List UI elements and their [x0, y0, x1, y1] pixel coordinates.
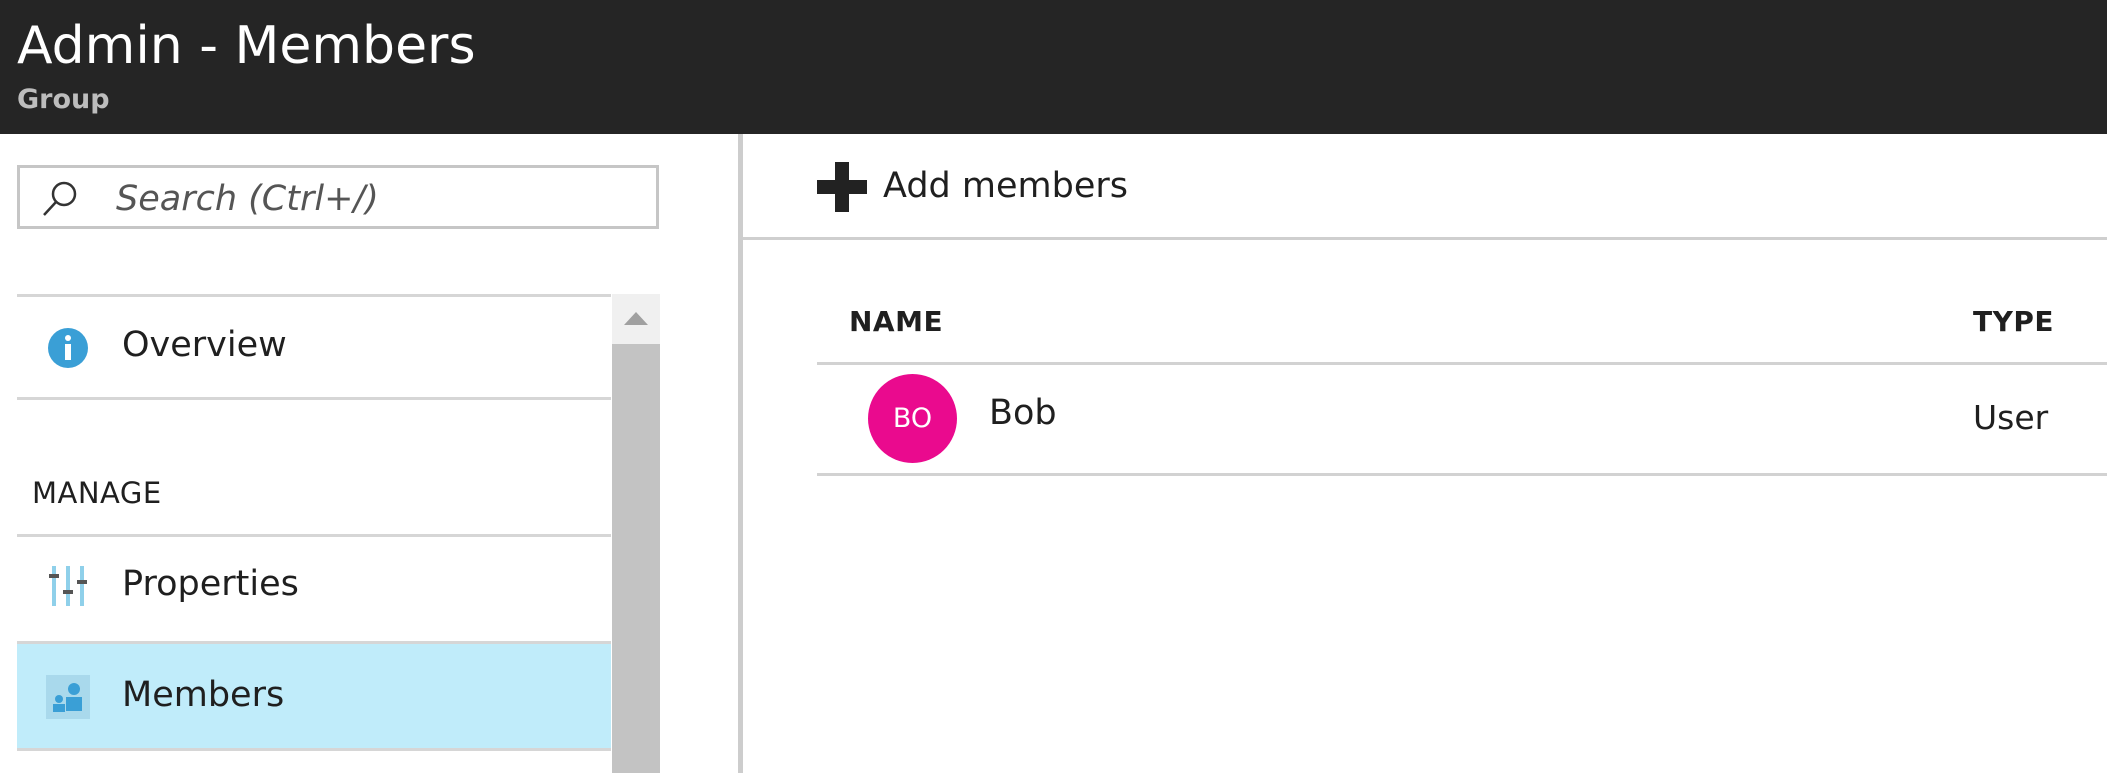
search-icon — [43, 181, 77, 216]
avatar: BO — [868, 374, 957, 463]
scrollbar-thumb[interactable] — [612, 344, 660, 773]
blade-header: Admin - Members Group — [0, 0, 2107, 134]
menu-item-overview[interactable]: Overview — [17, 297, 611, 401]
members-icon — [46, 675, 90, 719]
table-row[interactable]: BO Bob User — [817, 365, 2107, 476]
menu-item-label: Overview — [122, 325, 287, 365]
column-header-type[interactable]: TYPE — [1973, 304, 2054, 340]
member-type: User — [1973, 398, 2049, 437]
left-menu-pane: Search (Ctrl+/) Overview MANAGE Properti… — [0, 134, 738, 773]
command-bar: Add members — [743, 134, 2107, 240]
column-header-name[interactable]: NAME — [849, 304, 943, 340]
properties-sliders-icon — [49, 566, 87, 606]
add-members-label: Add members — [883, 166, 1128, 206]
menu-item-members[interactable]: Members — [17, 644, 611, 748]
menu-item-label: Members — [122, 675, 285, 715]
scroll-up-icon[interactable] — [612, 294, 660, 342]
page-title: Admin - Members — [17, 16, 476, 76]
page-subtitle: Group — [17, 84, 110, 115]
members-content-pane: Add members NAME TYPE BO Bob User — [743, 134, 2107, 773]
menu-section-manage: MANAGE — [32, 476, 162, 510]
menu-divider — [17, 748, 611, 751]
menu-item-label: Properties — [122, 564, 299, 604]
search-input[interactable]: Search (Ctrl+/) — [17, 165, 659, 229]
info-icon — [48, 328, 88, 368]
menu-divider — [17, 397, 611, 400]
plus-icon — [817, 162, 867, 212]
menu-item-properties[interactable]: Properties — [17, 537, 611, 641]
search-placeholder: Search (Ctrl+/) — [116, 179, 379, 219]
member-name: Bob — [989, 393, 1057, 433]
menu-scrollbar[interactable] — [612, 294, 660, 773]
